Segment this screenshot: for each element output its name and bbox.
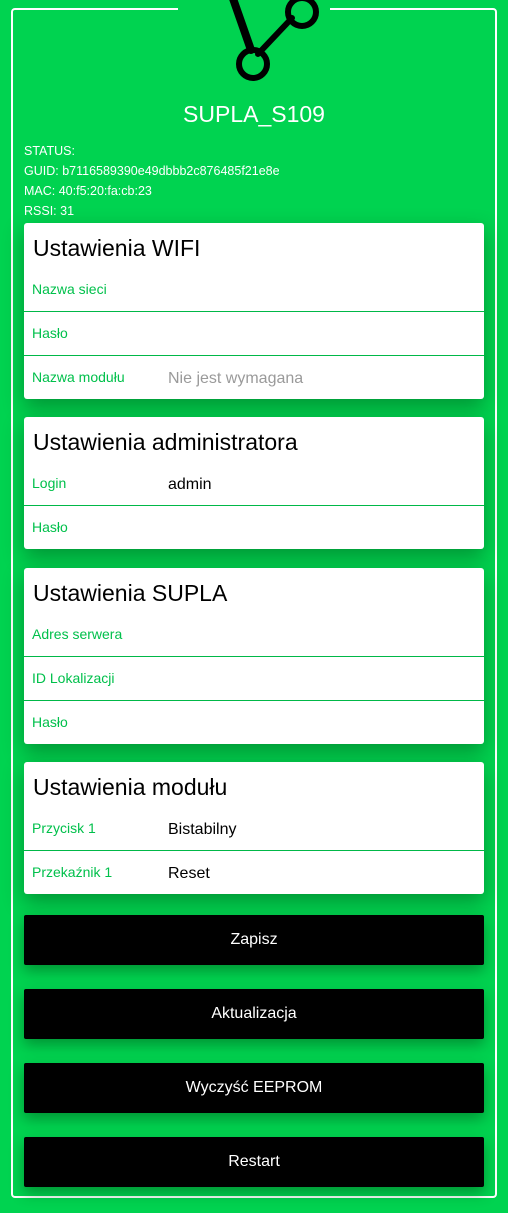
mac-line: MAC: 40:f5:20:fa:cb:23 (24, 184, 152, 198)
restart-button[interactable]: Restart (24, 1137, 484, 1187)
wifi-password-field[interactable]: Hasło (24, 311, 484, 355)
location-id-label: ID Lokalizacji (32, 670, 115, 686)
server-address-field[interactable]: Adres serwera (24, 613, 484, 656)
admin-login-label: Login (32, 475, 67, 491)
relay1-field[interactable]: Przekaźnik 1 Reset (24, 850, 484, 894)
wifi-ssid-field[interactable]: Nazwa sieci (24, 268, 484, 311)
guid-line: GUID: b7116589390e49dbbb2c876485f21e8e (24, 164, 280, 178)
wifi-password-label: Hasło (32, 325, 68, 341)
button1-label: Przycisk 1 (32, 820, 96, 836)
clear-eeprom-button[interactable]: Wyczyść EEPROM (24, 1063, 484, 1113)
device-title: SUPLA_S109 (183, 101, 325, 127)
module-settings-card: Ustawienia modułu Przycisk 1 Bistabilny … (24, 762, 484, 894)
server-address-label: Adres serwera (32, 626, 123, 642)
save-button[interactable]: Zapisz (24, 915, 484, 965)
rssi-line: RSSI: 31 (24, 204, 75, 218)
relay1-label: Przekaźnik 1 (32, 864, 113, 880)
location-password-label: Hasło (32, 714, 68, 730)
button1-field[interactable]: Przycisk 1 Bistabilny (24, 807, 484, 850)
relay1-select[interactable]: Reset (168, 865, 210, 883)
module-name-label: Nazwa modułu (32, 369, 125, 385)
status-line: STATUS: (24, 144, 75, 158)
supla-settings-card: Ustawienia SUPLA Adres serwera ID Lokali… (24, 568, 484, 744)
wifi-settings-title: Ustawienia WIFI (33, 235, 201, 261)
admin-password-label: Hasło (32, 519, 68, 535)
admin-settings-title: Ustawienia administratora (33, 429, 298, 455)
supla-settings-title: Ustawienia SUPLA (33, 580, 228, 606)
location-id-field[interactable]: ID Lokalizacji (24, 656, 484, 700)
location-password-field[interactable]: Hasło (24, 700, 484, 744)
button1-select[interactable]: Bistabilny (168, 821, 236, 839)
supla-logo-icon (229, 0, 319, 81)
module-name-input[interactable]: Nie jest wymagana (168, 370, 303, 388)
admin-login-field[interactable]: Login admin (24, 462, 484, 505)
admin-password-field[interactable]: Hasło (24, 505, 484, 549)
wifi-ssid-label: Nazwa sieci (32, 281, 107, 297)
admin-login-input[interactable]: admin (168, 476, 212, 494)
wifi-settings-card: Ustawienia WIFI Nazwa sieci Hasło Nazwa … (24, 223, 484, 399)
module-name-field[interactable]: Nazwa modułu Nie jest wymagana (24, 355, 484, 399)
update-button[interactable]: Aktualizacja (24, 989, 484, 1039)
module-settings-title: Ustawienia modułu (33, 774, 228, 800)
status-info: STATUS: GUID: b7116589390e49dbbb2c876485… (24, 141, 280, 221)
admin-settings-card: Ustawienia administratora Login admin Ha… (24, 417, 484, 549)
